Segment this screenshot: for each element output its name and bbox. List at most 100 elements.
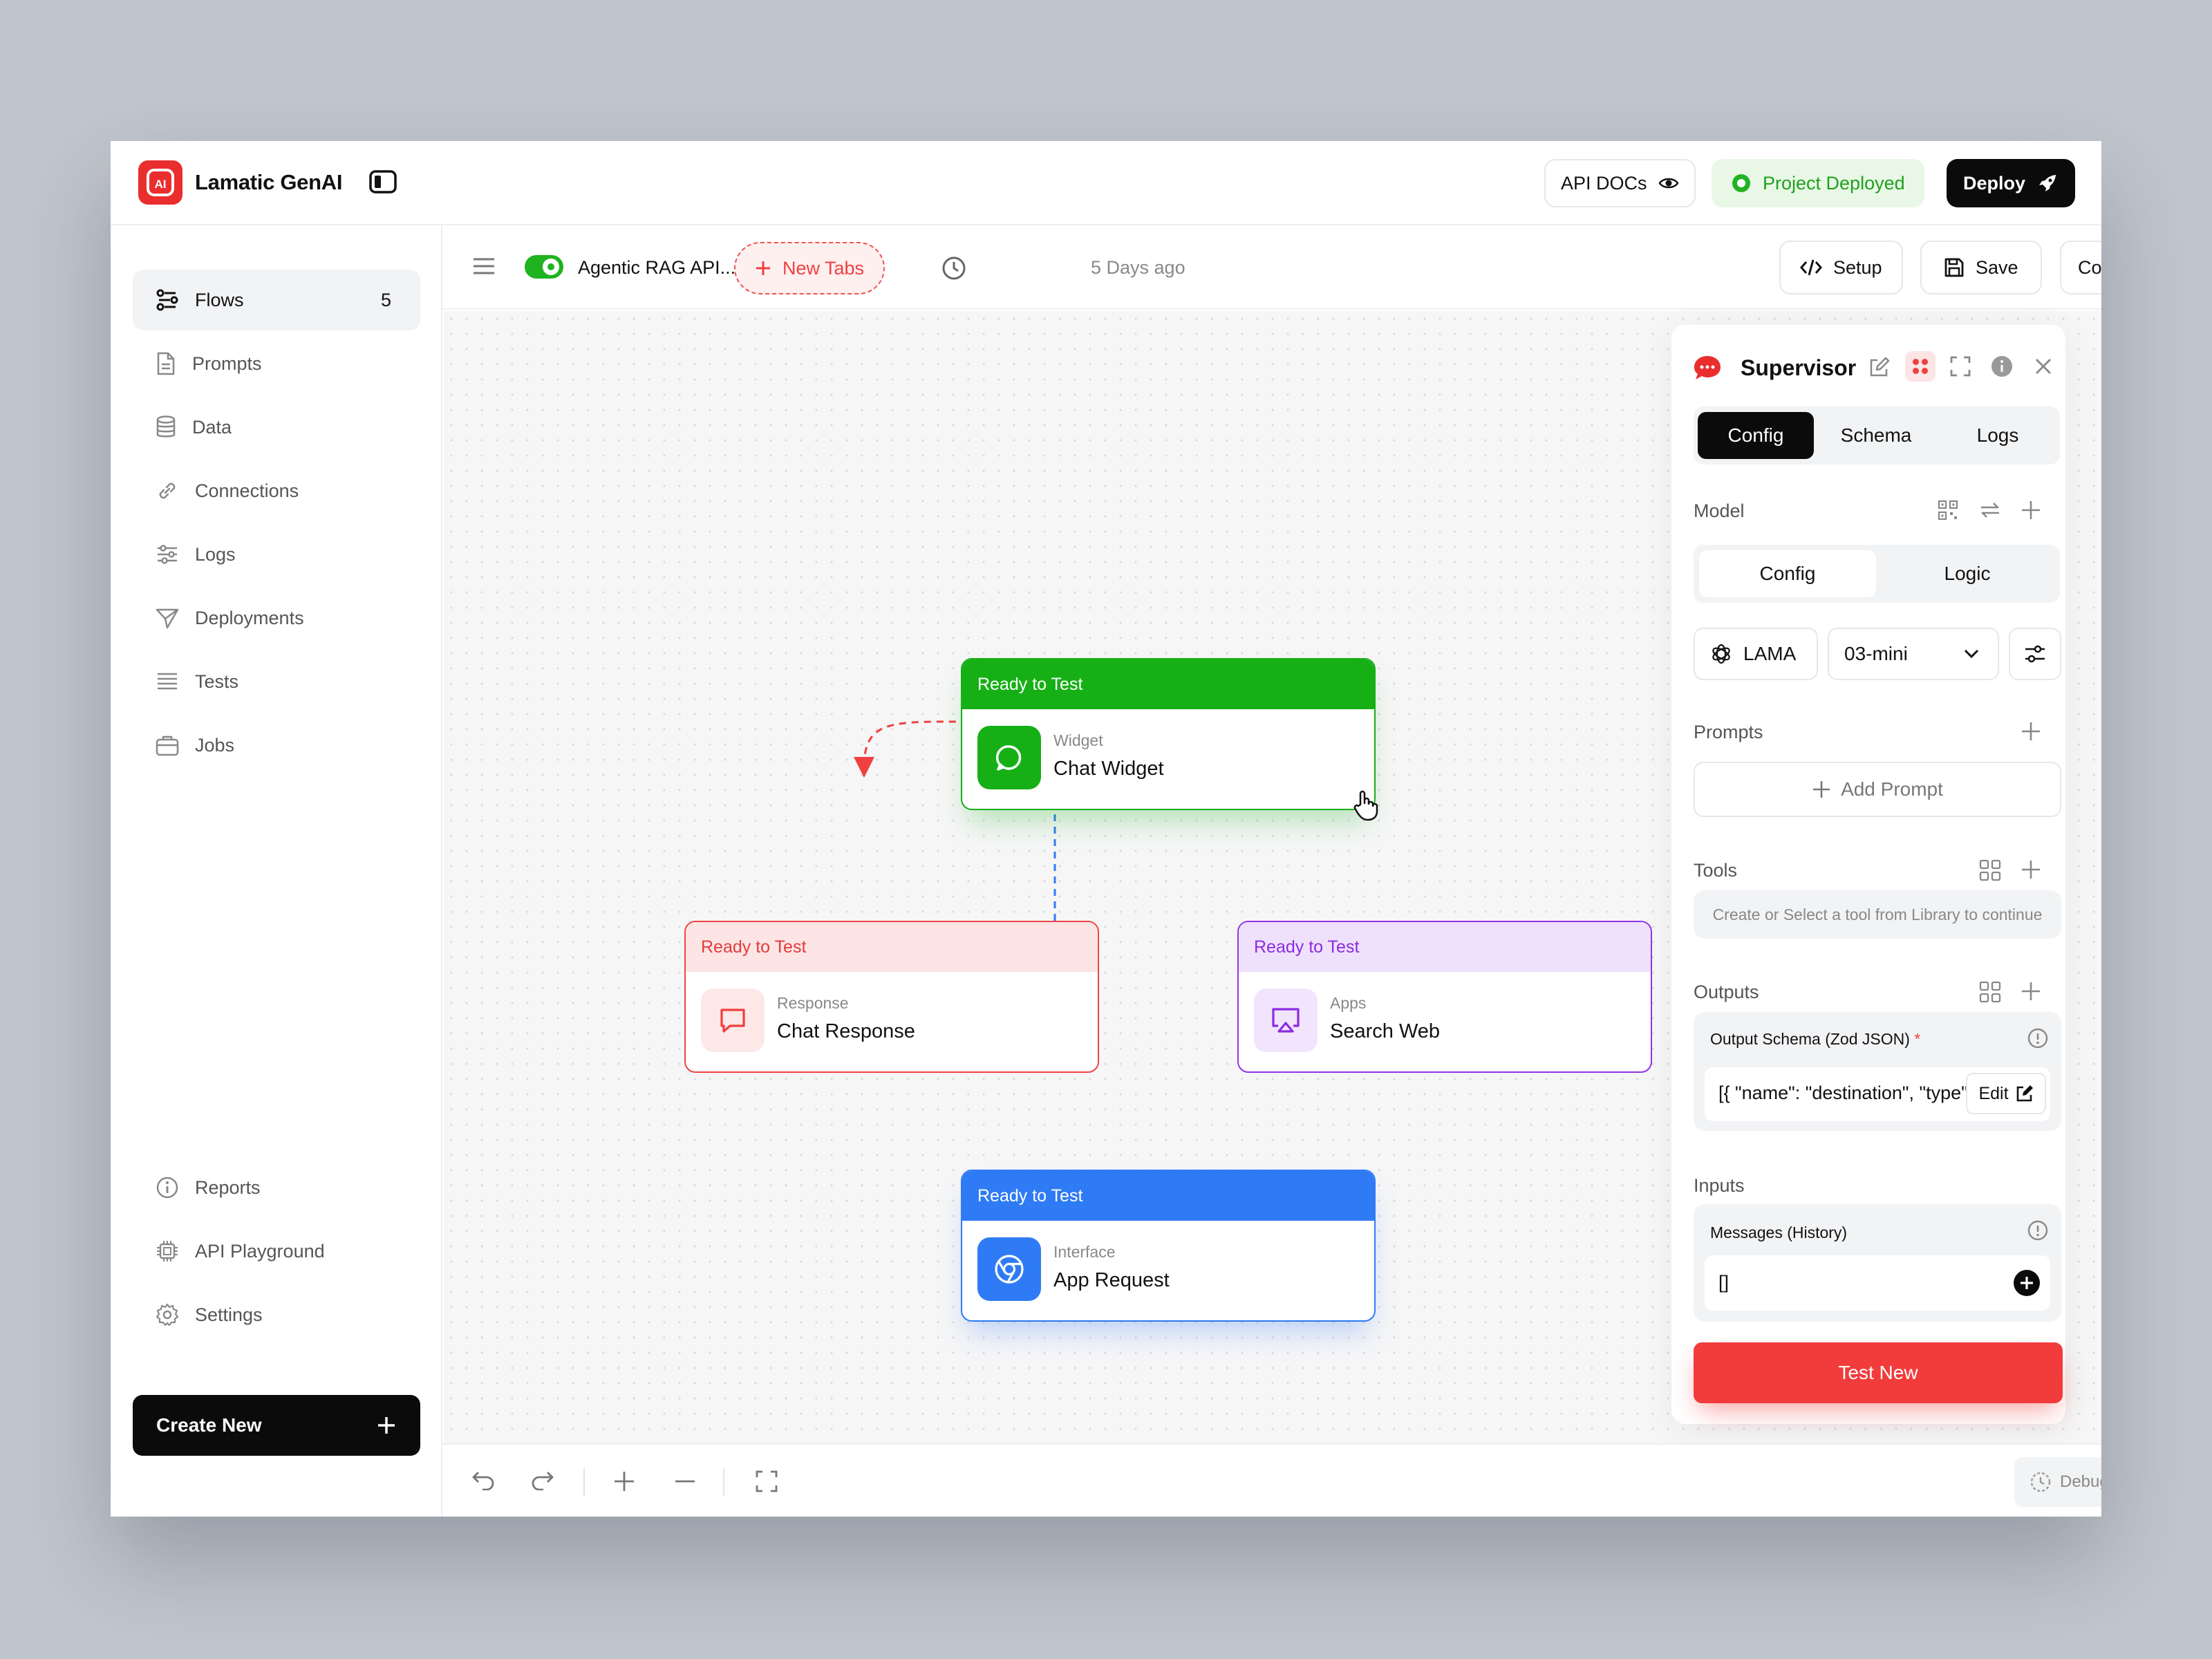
info-icon[interactable] [1991,355,2013,377]
send-icon [156,608,179,629]
node-type: Response [777,994,849,1012]
tools-label: Tools [1694,860,1738,881]
test-new-button[interactable]: Test New [1694,1342,2063,1403]
sidebar-item-label: Settings [195,1304,263,1325]
qr-icon[interactable] [1937,499,1959,521]
deploy-button[interactable]: Deploy [1947,159,2076,207]
edit-schema-button[interactable]: Edit [1966,1073,2046,1114]
new-tabs-label: New Tabs [782,257,865,279]
hand-cursor-icon [1352,789,1380,821]
add-prompt-icon[interactable] [2020,720,2042,742]
sidebar-item-label: Connections [195,480,299,501]
node-chat-widget[interactable]: Ready to Test Widget Chat Widget [961,658,1376,810]
node-type-badge-icon [1905,351,1936,382]
divider [723,1468,724,1496]
sidebar-item-logs[interactable]: Logs [133,524,420,585]
node-status: Ready to Test [686,922,1098,972]
add-model-icon[interactable] [2020,499,2042,521]
tab-config[interactable]: Config [1698,412,1814,459]
database-icon [156,415,176,438]
link-icon [159,482,176,499]
expand-icon[interactable] [1949,355,1971,377]
sidebar-item-label: Reports [195,1177,261,1198]
top-bar: AI Lamatic GenAI API DOCs Project Deploy… [111,141,2101,225]
node-type: Apps [1330,994,1367,1012]
sidebar-item-reports[interactable]: Reports [133,1157,420,1218]
sidebar-item-label: Deployments [195,607,304,628]
info-outline-icon [2027,1027,2049,1049]
sidebar-item-settings[interactable]: Settings [133,1284,420,1345]
tab-logs[interactable]: Logs [1940,412,2056,459]
flow-name[interactable]: Agentic RAG API... [578,257,735,279]
add-message-icon[interactable] [2013,1269,2041,1297]
status-dot-icon [1732,174,1750,192]
message-square-icon [701,988,765,1052]
outputs-label: Outputs [1694,982,1759,1002]
tab-model-config[interactable]: Config [1699,550,1876,597]
flow-active-toggle[interactable] [524,254,564,279]
add-prompt-button[interactable]: Add Prompt [1694,762,2061,817]
menu-icon[interactable] [471,256,496,276]
sidebar-item-flows[interactable]: Flows 5 [133,270,420,330]
config-button[interactable]: Config [2060,241,2101,294]
app-name: Lamatic GenAI [195,170,343,194]
chip-icon [157,1241,178,1262]
edit-icon[interactable] [1868,357,1890,379]
panel-title: Supervisor [1741,355,1857,380]
sidebar-item-label: Prompts [192,353,262,374]
create-new-button[interactable]: Create New [133,1395,420,1456]
zoom-in-icon[interactable] [612,1470,636,1493]
sidebar-item-tests[interactable]: Tests [133,651,420,712]
sidebar-item-data[interactable]: Data [133,397,420,458]
sidebar-toggle-icon[interactable] [369,170,397,194]
add-output-icon[interactable] [2020,980,2042,1002]
sidebar-item-api-playground[interactable]: API Playground [133,1221,420,1282]
node-status: Ready to Test [962,659,1374,709]
sidebar-item-deployments[interactable]: Deployments [133,588,420,648]
setup-button[interactable]: Setup [1779,241,1903,294]
model-settings-button[interactable] [2009,628,2061,680]
tab-schema[interactable]: Schema [1818,412,1934,459]
config-label: Config [2078,256,2101,278]
last-updated-text: 5 Days ago [1091,257,1185,278]
chevron-down-icon [1964,649,1979,659]
model-select[interactable]: 03-mini [1828,628,1999,680]
edit-label: Edit [1978,1083,2009,1103]
messages-input[interactable]: [] [1705,1255,2050,1311]
project-status-label: Project Deployed [1763,172,1905,194]
undo-icon[interactable] [471,1470,495,1490]
info-icon [156,1177,178,1199]
api-docs-button[interactable]: API DOCs [1544,159,1696,207]
sidebar-item-connections[interactable]: Connections [133,460,420,521]
swap-icon[interactable] [1978,499,2002,521]
zoom-out-icon[interactable] [673,1470,697,1493]
node-title: App Request [1053,1269,1170,1291]
project-status-badge: Project Deployed [1712,159,1924,207]
app-logo: AI [138,160,182,205]
close-icon[interactable] [2034,357,2053,376]
new-tabs-button[interactable]: New Tabs [734,242,885,294]
edit-icon [2016,1085,2033,1102]
node-search-web[interactable]: Ready to Test Apps Search Web [1237,921,1652,1073]
tab-model-logic[interactable]: Logic [1880,550,2054,597]
fit-view-icon[interactable] [755,1470,778,1493]
provider-select[interactable]: LAMA [1694,628,1818,680]
save-label: Save [1976,256,2018,278]
sidebar-item-jobs[interactable]: Jobs [133,715,420,776]
grid-icon[interactable] [1978,859,2002,882]
sidebar-item-prompts[interactable]: Prompts [133,333,420,394]
grid-icon[interactable] [1978,980,2002,1004]
sidebar-item-label: API Playground [195,1240,325,1262]
divider [583,1468,585,1496]
airplay-icon [1254,988,1318,1052]
sidebar-item-label: Flows [195,289,244,310]
output-schema-input[interactable]: [{ "name": "destination", "type": "strin… [1705,1067,2050,1121]
debug-button[interactable]: Debug [2014,1457,2101,1507]
redo-icon[interactable] [531,1470,554,1490]
add-tool-icon[interactable] [2020,859,2042,881]
save-icon [1944,258,1964,277]
save-button[interactable]: Save [1920,241,2042,294]
node-chat-response[interactable]: Ready to Test Response Chat Response [684,921,1099,1073]
code-icon [1800,259,1822,276]
node-app-request[interactable]: Ready to Test Interface App Request [961,1170,1376,1322]
